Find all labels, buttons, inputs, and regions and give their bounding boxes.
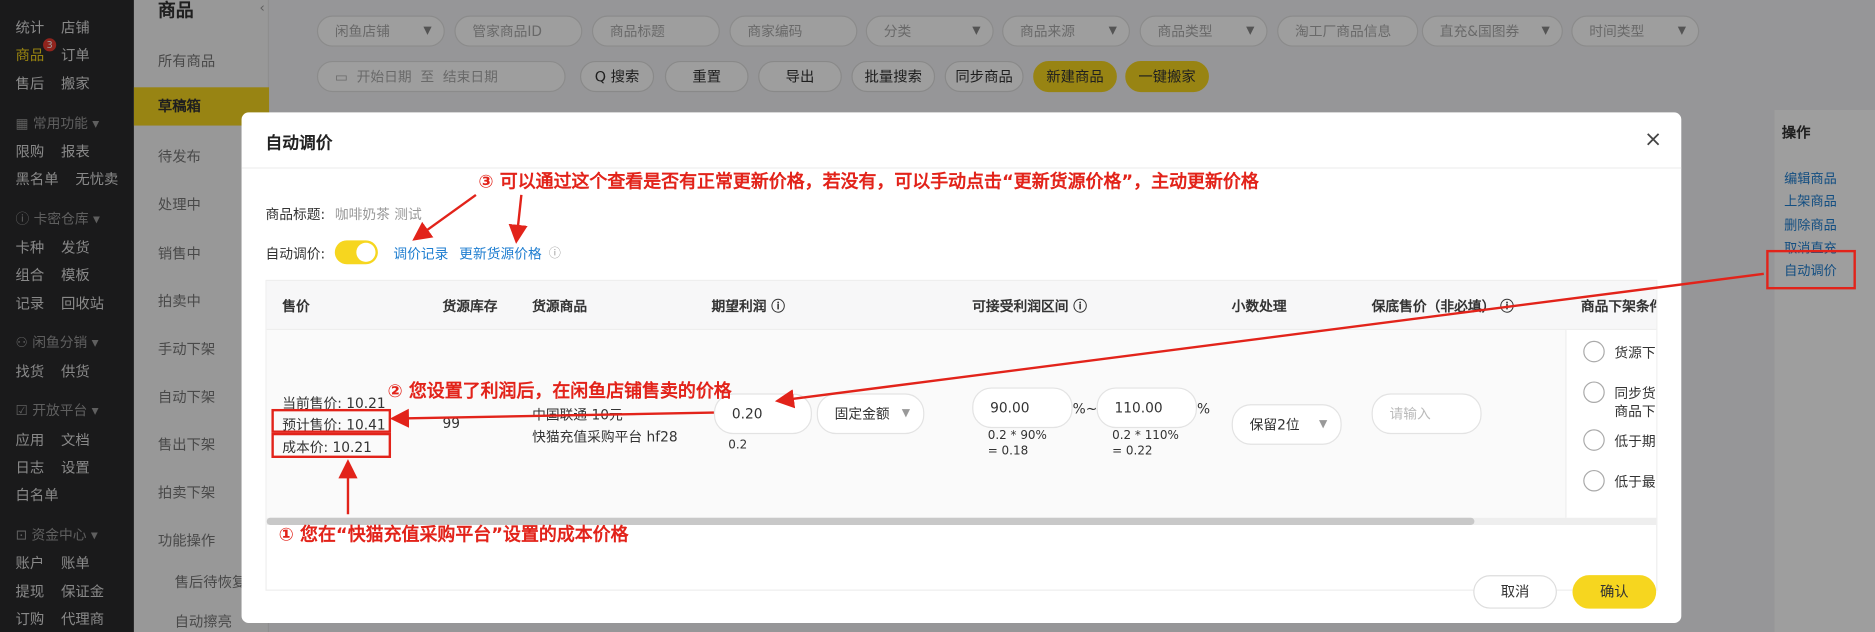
arrow-line (412, 193, 477, 241)
annotation-3: ③ 可以通过这个查看是否有正常更新价格，若没有，可以手动点击“更新货源价格”，主… (478, 170, 1259, 193)
annotation-1: ① 您在“快猫充值采购平台”设置的成本价格 (278, 523, 629, 546)
arrow-line (508, 194, 528, 244)
annotation-2: ② 您设置了利润后，在闲鱼店铺售卖的价格 (387, 380, 732, 402)
arrow-line (389, 408, 714, 428)
arrow-line (774, 272, 1764, 409)
